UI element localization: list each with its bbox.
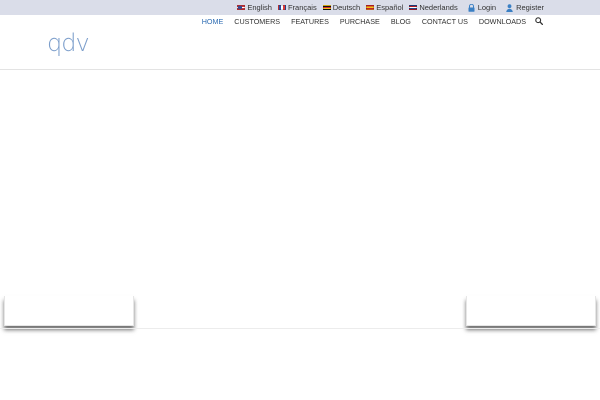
language-german[interactable]: Deutsch (322, 3, 361, 12)
us-flag-icon (237, 5, 246, 10)
content-divider (0, 328, 600, 329)
register-label: Register (516, 3, 544, 12)
login-label: Login (477, 3, 497, 12)
register-link[interactable]: Register (506, 3, 544, 12)
nav-item-features[interactable]: FEATURES (291, 17, 329, 26)
netherlands-flag-icon (409, 5, 418, 10)
language-label: Français (287, 3, 317, 12)
content-card-right (466, 296, 596, 326)
nav-item-customers[interactable]: CUSTOMERS (234, 17, 280, 26)
language-dutch[interactable]: Nederlands (409, 3, 458, 12)
nav-item-purchase[interactable]: PURCHASE (340, 17, 380, 26)
top-utility-bar: English Français Deutsch Español Nederla… (0, 0, 600, 15)
nav-item-contact-us[interactable]: CONTACT US (422, 17, 468, 26)
germany-flag-icon (322, 5, 331, 10)
lock-icon (468, 3, 475, 12)
user-icon (506, 3, 513, 12)
spain-flag-icon (366, 5, 375, 10)
search-icon[interactable] (535, 17, 543, 25)
language-label: Español (376, 3, 404, 12)
login-link[interactable]: Login (468, 3, 496, 12)
nav-item-home[interactable]: HOME (202, 17, 224, 26)
site-logo[interactable]: qdv (47, 29, 90, 57)
france-flag-icon (277, 5, 286, 10)
language-label: Nederlands (419, 3, 458, 12)
nav-item-downloads[interactable]: DOWNLOADS (479, 17, 526, 26)
nav-item-blog[interactable]: BLOG (391, 17, 411, 26)
site-header: qdv HOME CUSTOMERS FEATURES PURCHASE BLO… (0, 15, 600, 70)
language-spanish[interactable]: Español (366, 3, 403, 12)
language-french[interactable]: Français (277, 3, 317, 12)
language-english[interactable]: English (237, 3, 272, 12)
language-label: Deutsch (332, 3, 361, 12)
top-utility-links: English Français Deutsch Español Nederla… (237, 0, 544, 15)
content-card-left (4, 296, 134, 326)
language-label: English (247, 3, 272, 12)
main-navigation: HOME CUSTOMERS FEATURES PURCHASE BLOG CO… (202, 17, 526, 26)
